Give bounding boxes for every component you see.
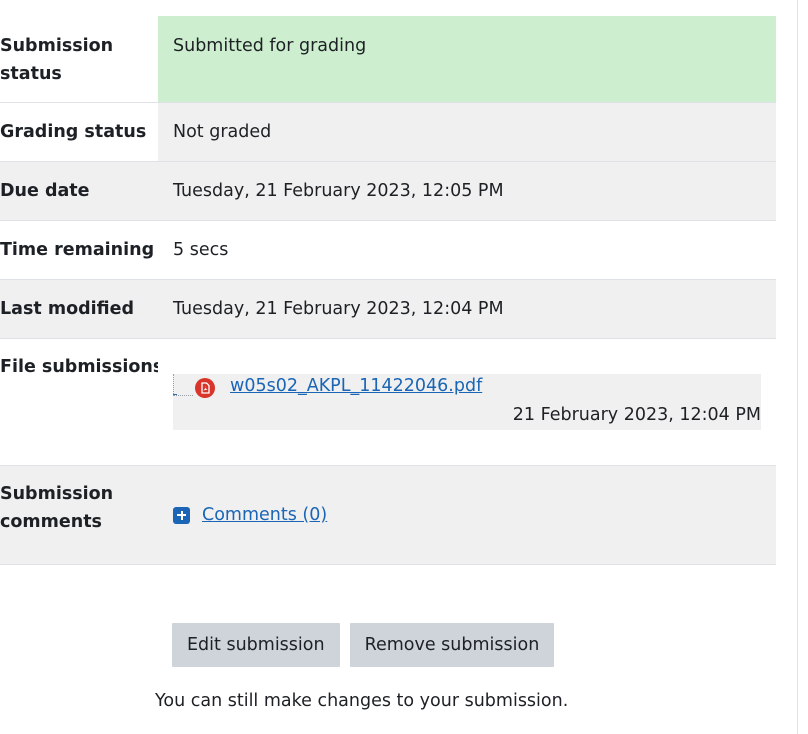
tree-connector <box>173 374 193 396</box>
due-date-label: Due date <box>0 162 158 220</box>
time-remaining-label: Time remaining <box>0 221 158 279</box>
comments-toggle[interactable]: Comments (0) <box>173 501 761 529</box>
row-due-date: Due date Tuesday, 21 February 2023, 12:0… <box>0 162 776 221</box>
row-submission-status: Submission status Submitted for grading <box>0 16 776 103</box>
file-link[interactable]: w05s02_AKPL_11422046.pdf <box>230 373 482 399</box>
remove-submission-button[interactable]: Remove submission <box>349 623 555 667</box>
row-last-modified: Last modified Tuesday, 21 February 2023,… <box>0 280 776 339</box>
edit-submission-button[interactable]: Edit submission <box>172 623 340 667</box>
changes-note: You can still make changes to your submi… <box>155 691 569 711</box>
due-date-value: Tuesday, 21 February 2023, 12:05 PM <box>158 162 776 220</box>
file-tree: w05s02_AKPL_11422046.pdf 21 February 202… <box>173 374 761 430</box>
file-date: 21 February 2023, 12:04 PM <box>512 405 761 425</box>
assignment-submission-page: Submission status Submitted for grading … <box>0 0 808 734</box>
file-submissions-label: File submissions <box>0 339 158 465</box>
grading-status-value: Not graded <box>158 103 776 161</box>
submission-status-table: Submission status Submitted for grading … <box>0 16 776 565</box>
row-submission-comments: Submission comments Comments (0) <box>0 466 776 565</box>
submission-comments-value: Comments (0) <box>158 466 776 564</box>
pdf-icon <box>195 378 215 398</box>
grading-status-label: Grading status <box>0 103 158 161</box>
submission-status-value: Submitted for grading <box>158 16 776 102</box>
comments-link[interactable]: Comments (0) <box>202 501 327 529</box>
file-submissions-value: w05s02_AKPL_11422046.pdf 21 February 202… <box>158 339 776 465</box>
submission-actions: Edit submission Remove submission <box>172 623 555 667</box>
time-remaining-value: 5 secs <box>158 221 776 279</box>
last-modified-value: Tuesday, 21 February 2023, 12:04 PM <box>158 280 776 338</box>
row-grading-status: Grading status Not graded <box>0 103 776 162</box>
submission-comments-label: Submission comments <box>0 466 158 564</box>
tree-dash <box>173 394 177 395</box>
row-time-remaining: Time remaining 5 secs <box>0 221 776 280</box>
row-file-submissions: File submissions w05s02_AKPL_11422046.pd… <box>0 339 776 466</box>
submission-status-label: Submission status <box>0 16 158 102</box>
plus-square-icon[interactable] <box>173 506 190 524</box>
last-modified-label: Last modified <box>0 280 158 338</box>
scrollbar[interactable] <box>797 0 808 734</box>
